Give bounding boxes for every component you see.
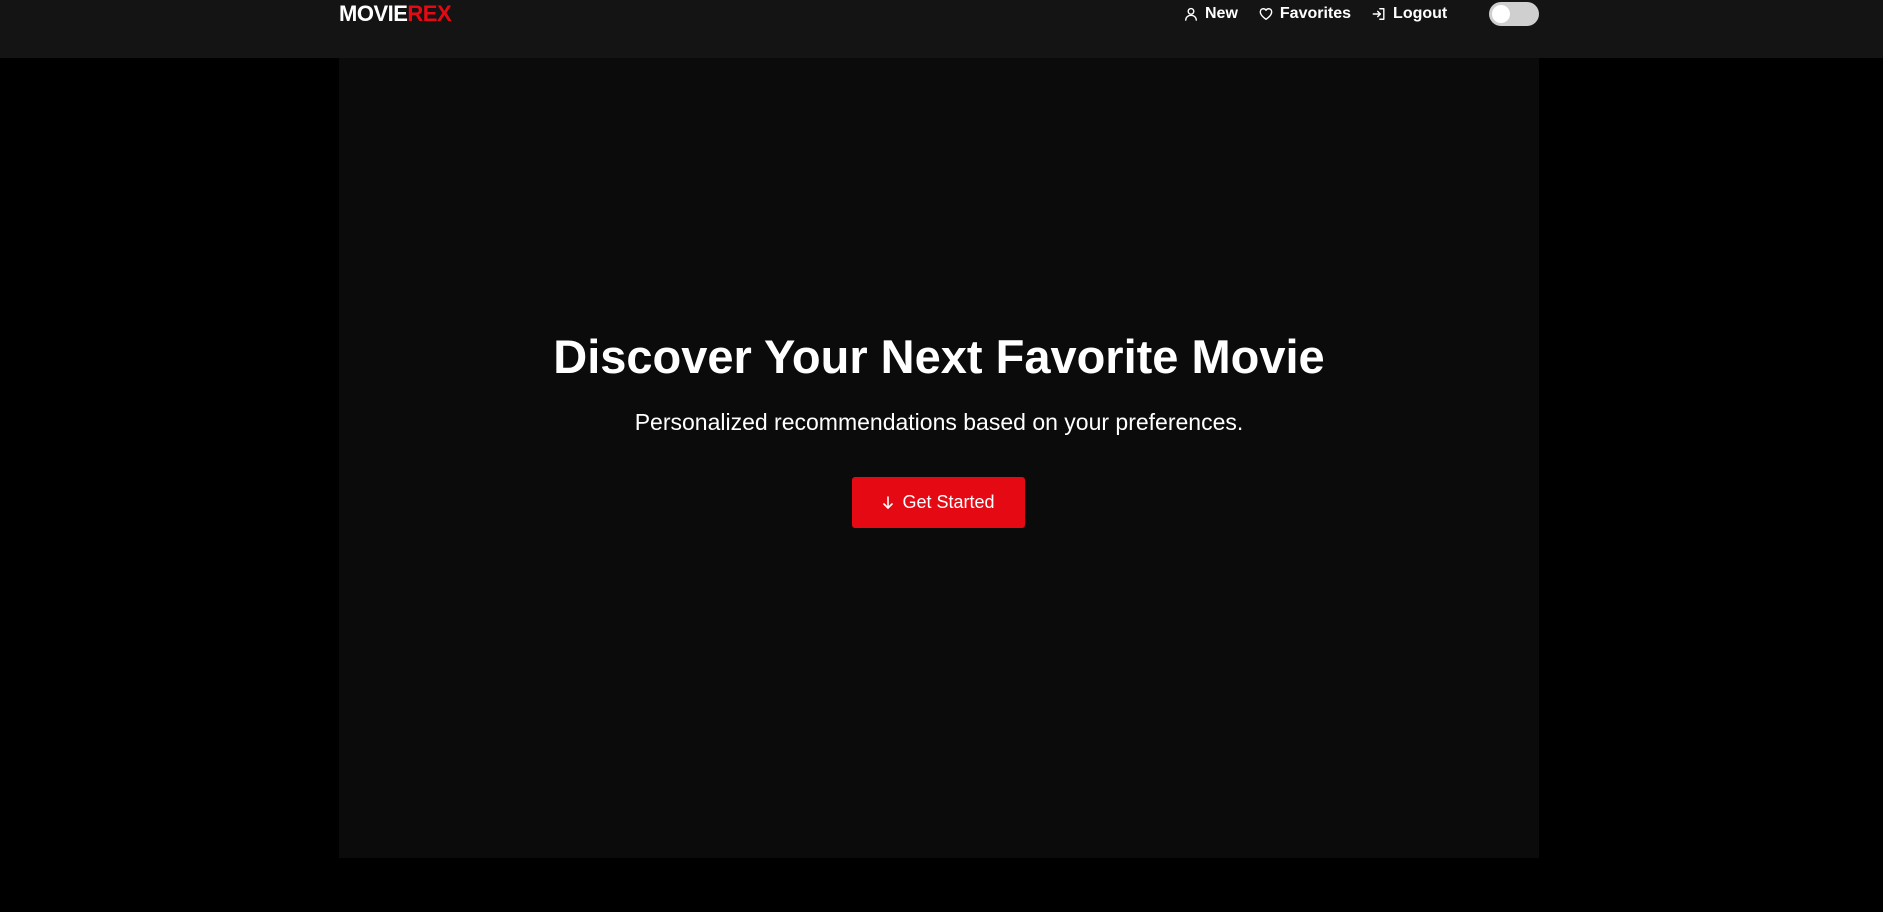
hero-section: Discover Your Next Favorite Movie Person… — [339, 58, 1539, 858]
nav-item-favorites-label: Favorites — [1279, 5, 1352, 22]
theme-toggle[interactable] — [1489, 2, 1539, 26]
nav-item-new[interactable]: New — [1184, 5, 1238, 23]
nav-item-logout[interactable]: Logout — [1372, 5, 1447, 23]
hero-title: Discover Your Next Favorite Movie — [553, 330, 1325, 383]
nav-links: New Favorites Logout — [1184, 0, 1468, 28]
nav-item-new-label: New — [1205, 5, 1238, 22]
get-started-button[interactable]: Get Started — [852, 477, 1025, 528]
user-icon — [1184, 7, 1198, 21]
logo[interactable]: MOVIEREX — [339, 0, 452, 28]
nav-item-favorites[interactable]: Favorites — [1259, 5, 1351, 23]
navbar: MOVIEREX New Favorites Logout — [0, 0, 1883, 58]
nav-item-logout-label: Logout — [1393, 5, 1448, 22]
logo-text-accent: REX — [407, 1, 452, 26]
theme-toggle-knob — [1492, 5, 1510, 23]
heart-icon — [1259, 7, 1273, 21]
logout-icon — [1372, 7, 1386, 21]
hero-subtitle: Personalized recommendations based on yo… — [634, 409, 1244, 435]
logo-text-primary: MOVIE — [339, 1, 408, 26]
get-started-label: Get Started — [902, 492, 995, 512]
arrow-down-icon — [882, 495, 894, 510]
navbar-inner: MOVIEREX New Favorites Logout — [339, 0, 1539, 28]
